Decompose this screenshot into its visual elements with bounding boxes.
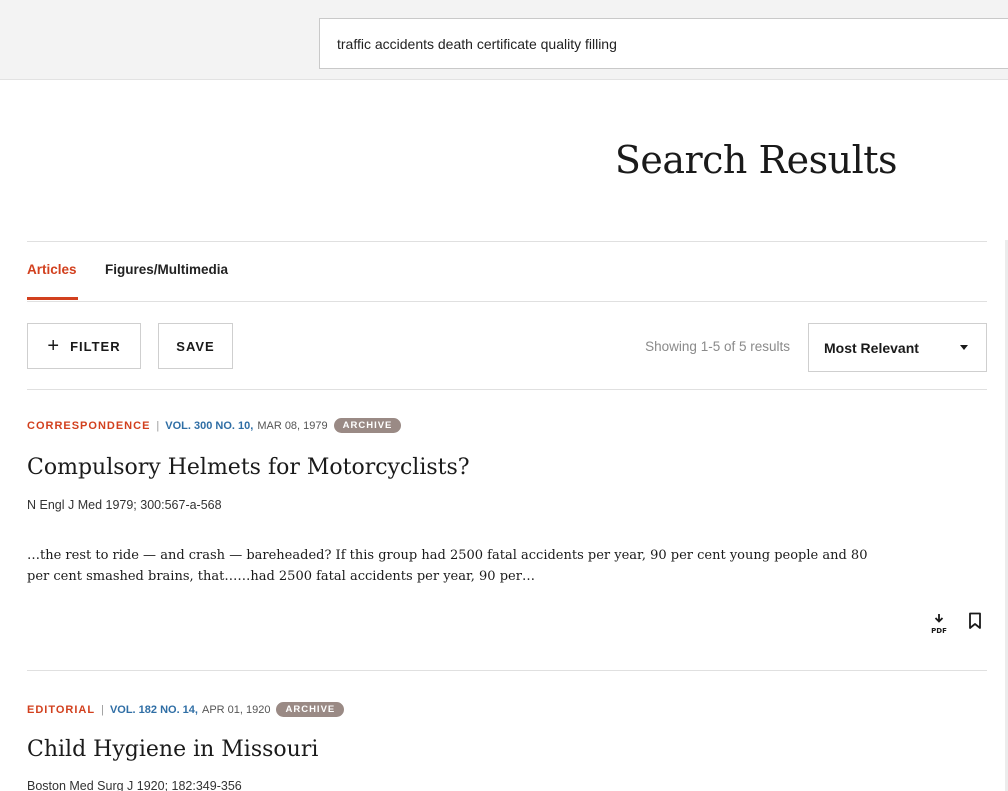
tab-articles[interactable]: Articles [27, 262, 77, 277]
sort-selected-value: Most Relevant [824, 339, 919, 356]
plus-icon: + [47, 335, 61, 357]
pdf-download-icon[interactable]: PDF [928, 612, 950, 636]
snippet-line: …the rest to ride — and crash — barehead… [27, 548, 868, 563]
filter-button[interactable]: + FILTER [27, 323, 141, 369]
divider [27, 241, 987, 242]
caret-down-icon [960, 345, 968, 350]
divider [27, 301, 987, 302]
volume-link[interactable]: VOL. 182 NO. 14, [110, 704, 198, 716]
publication-date: APR 01, 1920 [201, 703, 271, 716]
volume-link[interactable]: VOL. 300 NO. 10, [165, 420, 253, 432]
bookmark-icon[interactable] [968, 612, 982, 630]
save-label: SAVE [176, 338, 215, 354]
divider [27, 670, 987, 671]
results-count: Showing 1-5 of 5 results [645, 339, 790, 354]
top-bar: traffic accidents death certificate qual… [0, 0, 1008, 80]
article-type[interactable]: EDITORIAL [27, 704, 95, 716]
result-meta: CORRESPONDENCE | VOL. 300 NO. 10, MAR 08… [27, 418, 402, 433]
result-snippet: …the rest to ride — and crash — barehead… [27, 545, 992, 587]
active-tab-indicator [27, 297, 78, 300]
archive-badge: ARCHIVE [333, 418, 402, 433]
filter-label: FILTER [70, 338, 121, 354]
pdf-label: PDF [931, 627, 947, 635]
meta-separator: | [101, 703, 104, 716]
result-citation: Boston Med Surg J 1920; 182:349-356 [27, 779, 242, 791]
page-title: Search Results [614, 138, 898, 182]
result-meta: EDITORIAL | VOL. 182 NO. 14, APR 01, 192… [27, 702, 345, 717]
divider [27, 389, 987, 390]
result-title[interactable]: Child Hygiene in Missouri [27, 737, 318, 762]
sort-select[interactable]: Most Relevant [808, 323, 987, 372]
save-button[interactable]: SAVE [158, 323, 233, 369]
publication-date: MAR 08, 1979 [257, 419, 328, 432]
archive-badge: ARCHIVE [276, 702, 345, 717]
result-title[interactable]: Compulsory Helmets for Motorcyclists? [27, 455, 470, 480]
snippet-line: per cent smashed brains, that……had 2500 … [27, 569, 535, 584]
meta-separator: | [156, 419, 160, 432]
tab-figures-multimedia[interactable]: Figures/Multimedia [105, 262, 228, 277]
article-type[interactable]: CORRESPONDENCE [27, 420, 150, 432]
result-citation: N Engl J Med 1979; 300:567-a-568 [27, 498, 222, 512]
search-input[interactable]: traffic accidents death certificate qual… [319, 18, 1008, 69]
